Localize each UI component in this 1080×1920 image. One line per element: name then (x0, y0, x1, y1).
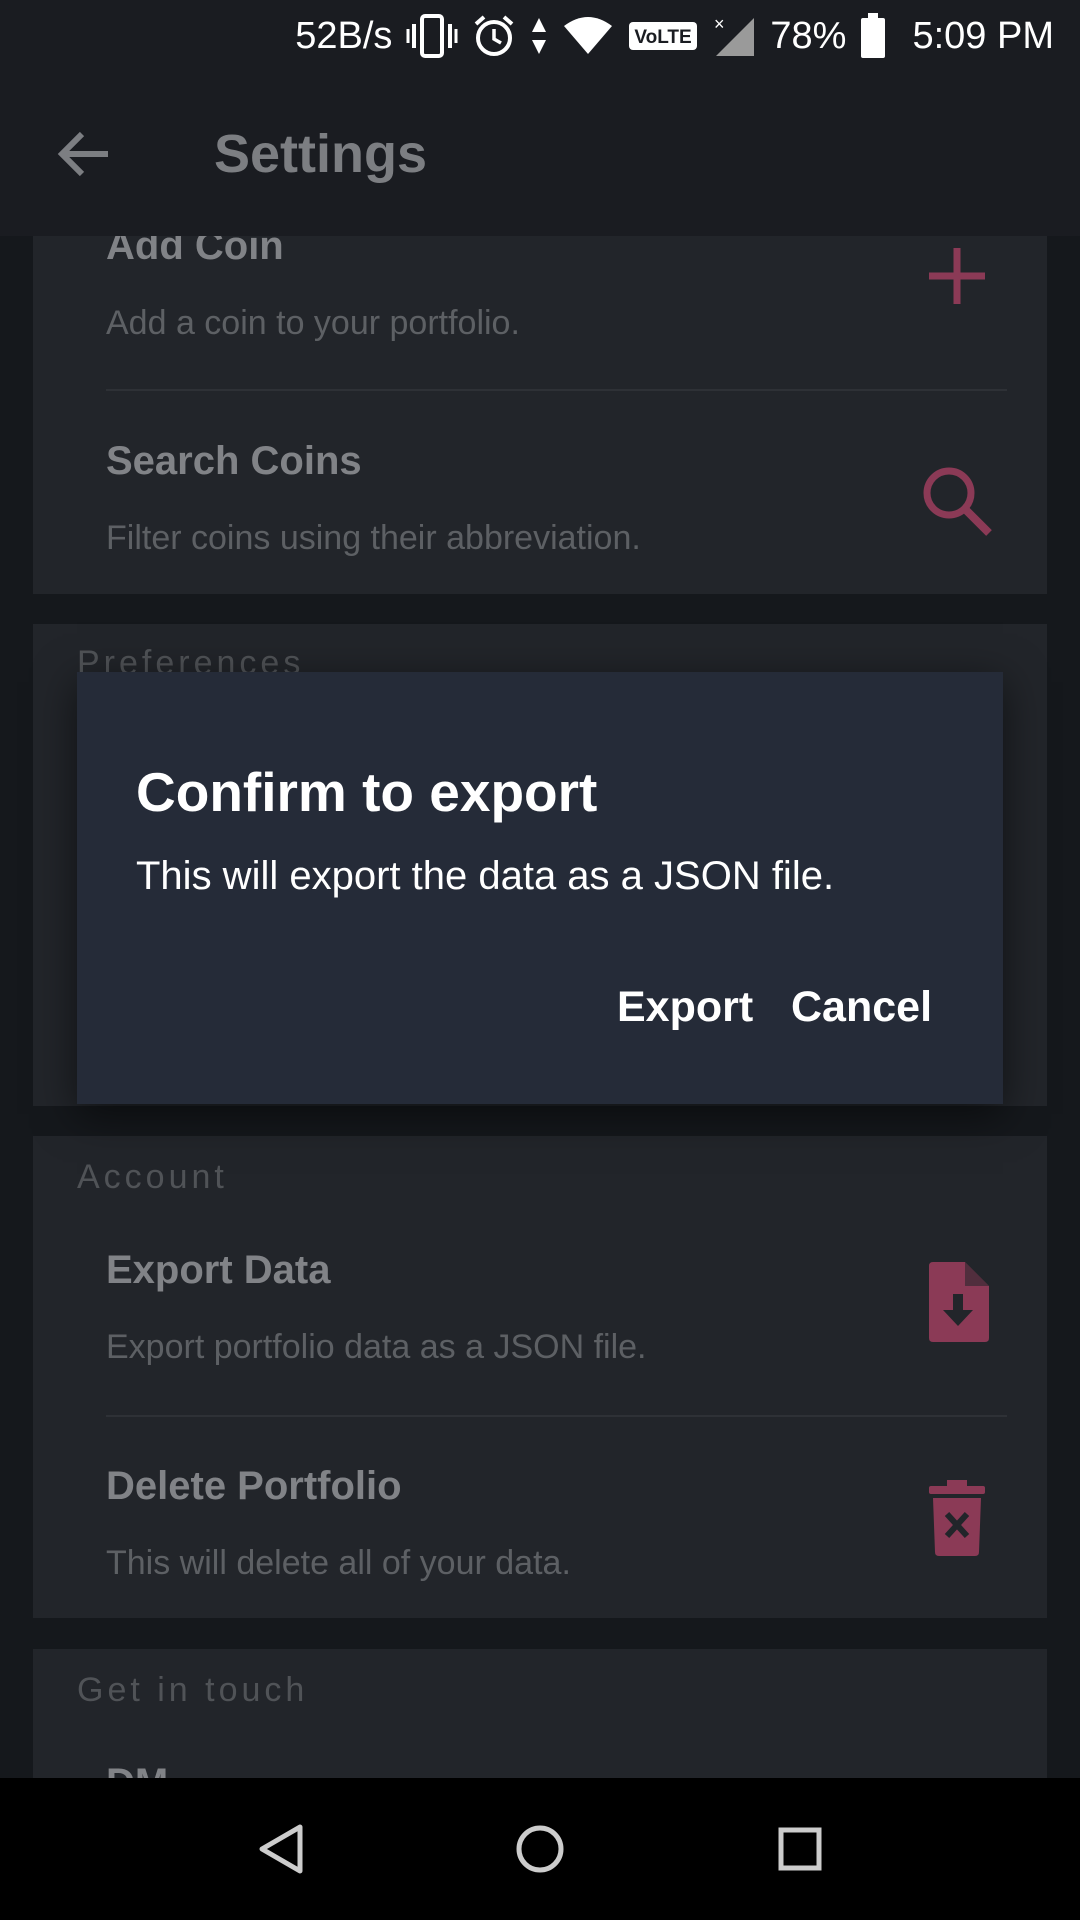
account-card: Account Export Data Export portfolio dat… (33, 1136, 1047, 1618)
page-title: Settings (214, 124, 428, 184)
row-title: Search Coins (106, 439, 362, 483)
back-button[interactable] (34, 104, 134, 204)
row-title: Delete Portfolio (106, 1464, 402, 1508)
file-download-icon[interactable] (917, 1262, 997, 1342)
circle-home-icon (516, 1825, 564, 1873)
signal-icon: × (712, 14, 756, 58)
data-arrows-icon (530, 14, 548, 58)
confirm-export-dialog: Confirm to export This will export the d… (77, 672, 1003, 1104)
nav-back-button[interactable] (230, 1799, 330, 1899)
plus-icon[interactable] (917, 236, 997, 316)
add-coin-row[interactable]: Add Coin Add a coin to your portfolio. (33, 236, 1047, 411)
row-subtitle: Export portfolio data as a JSON file. (106, 1328, 647, 1366)
delete-portfolio-row[interactable]: Delete Portfolio This will delete all of… (33, 1416, 1047, 1631)
export-data-row[interactable]: Export Data Export portfolio data as a J… (33, 1218, 1047, 1433)
app-bar: Settings (0, 72, 1080, 236)
arrow-back-icon (57, 131, 108, 177)
alarm-icon (472, 14, 516, 58)
trash-icon[interactable] (917, 1478, 997, 1558)
triangle-back-icon (259, 1824, 303, 1874)
battery-percent: 78% (770, 14, 847, 57)
nav-home-button[interactable] (490, 1799, 590, 1899)
dialog-message: This will export the data as a JSON file… (136, 854, 835, 898)
nav-recents-button[interactable] (750, 1799, 850, 1899)
row-subtitle: Filter coins using their abbreviation. (106, 519, 641, 557)
row-title: Export Data (106, 1248, 331, 1292)
navigation-bar (0, 1778, 1080, 1920)
row-title[interactable]: DM (106, 1761, 168, 1778)
network-speed: 52B/s (295, 14, 393, 57)
svg-text:VoLTE: VoLTE (635, 27, 692, 48)
vibrate-icon (406, 14, 458, 58)
square-recents-icon (778, 1827, 822, 1871)
search-icon[interactable] (917, 461, 997, 541)
dialog-title: Confirm to export (136, 761, 598, 823)
row-title: Add Coin (106, 236, 284, 268)
battery-icon (860, 13, 886, 59)
export-button[interactable]: Export (617, 972, 753, 1042)
row-subtitle: Add a coin to your portfolio. (106, 304, 520, 342)
coins-card: Add Coin Add a coin to your portfolio. S… (33, 236, 1047, 594)
wifi-icon (562, 16, 614, 56)
clock: 5:09 PM (912, 14, 1054, 57)
card-header: Account (77, 1158, 228, 1196)
row-subtitle: This will delete all of your data. (106, 1544, 571, 1582)
svg-text:×: × (714, 14, 725, 34)
status-bar: 52B/s VoLTE × 78% 5:09 PM (0, 0, 1080, 72)
cancel-button[interactable]: Cancel (791, 972, 932, 1042)
search-coins-row[interactable]: Search Coins Filter coins using their ab… (33, 391, 1047, 606)
contact-card: Get in touch DM (33, 1649, 1047, 1778)
volte-icon: VoLTE (628, 21, 698, 51)
card-header: Get in touch (77, 1671, 309, 1709)
